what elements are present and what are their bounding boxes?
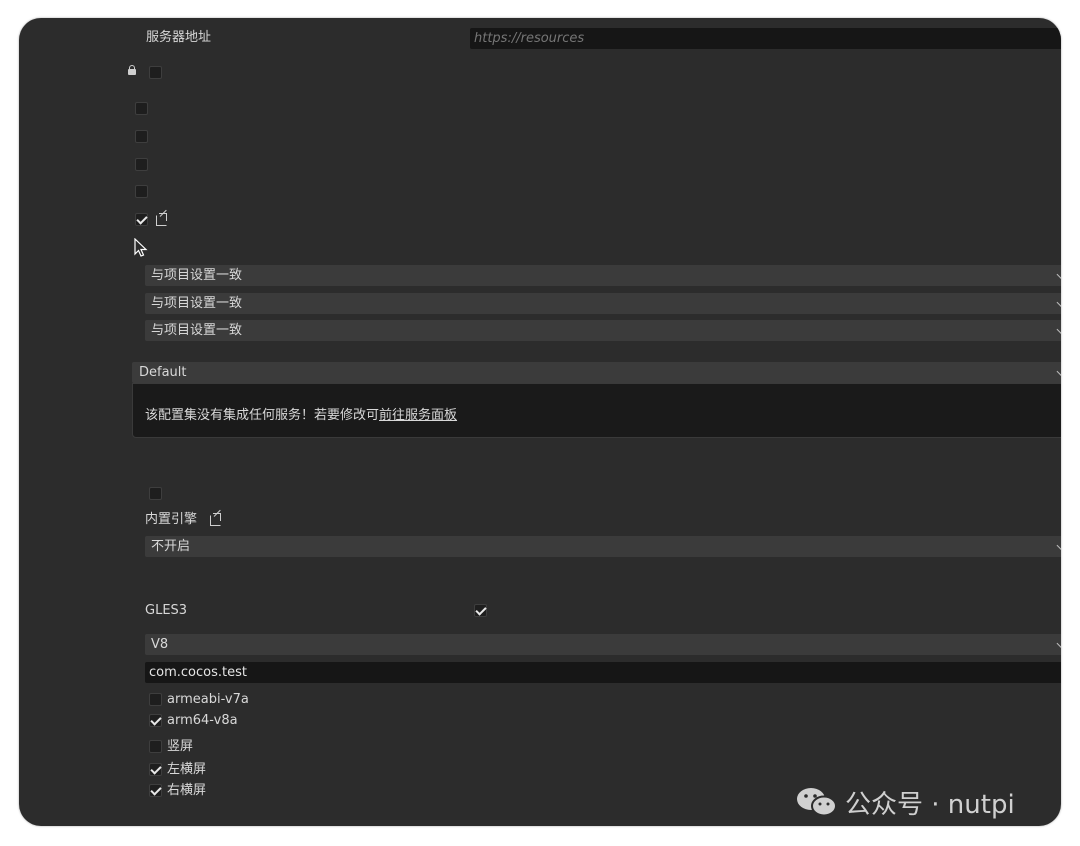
external-link-icon[interactable] xyxy=(210,513,221,526)
external-link-icon[interactable] xyxy=(156,213,167,226)
orientation-landscape-right-label: 右横屏 xyxy=(167,783,207,798)
wechat-icon xyxy=(797,788,837,817)
watermark: 公众号 · nutpi xyxy=(795,782,1015,822)
orientation-landscape-right-checkbox[interactable] xyxy=(149,784,162,797)
chevron-down-icon xyxy=(1056,297,1061,308)
chevron-down-icon xyxy=(1056,324,1061,335)
config-set-value: Default xyxy=(139,365,187,380)
engine-select-value: 不开启 xyxy=(151,539,191,554)
chevron-down-icon xyxy=(1056,269,1061,280)
select-setting-2-value: 与项目设置一致 xyxy=(151,296,243,311)
select-setting-3-value: 与项目设置一致 xyxy=(151,323,243,338)
chevron-down-icon xyxy=(1056,638,1061,649)
gles3-checkbox[interactable] xyxy=(474,604,487,617)
select-setting-1[interactable]: 与项目设置一致 xyxy=(145,265,1061,286)
select-setting-2[interactable]: 与项目设置一致 xyxy=(145,293,1061,314)
lock-icon xyxy=(128,65,136,75)
js-engine-value: V8 xyxy=(151,637,169,652)
option-checkbox-4[interactable] xyxy=(135,185,148,198)
package-name-input[interactable]: com.cocos.test xyxy=(145,662,1061,683)
option-checkbox-3[interactable] xyxy=(135,158,148,171)
server-address-label: 服务器地址 xyxy=(146,30,212,45)
chevron-down-icon xyxy=(1056,366,1061,377)
service-notice-message: 该配置集没有集成任何服务！若要修改可 xyxy=(145,408,380,423)
locked-checkbox[interactable] xyxy=(149,66,162,79)
select-setting-1-value: 与项目设置一致 xyxy=(151,268,243,283)
abi-arm64-checkbox[interactable] xyxy=(149,714,162,727)
service-notice-panel: 该配置集没有集成任何服务！若要修改可前往服务面板 xyxy=(132,383,1061,438)
abi-armv7-label: armeabi-v7a xyxy=(167,692,249,707)
settings-window: 服务器地址 与项目设置一致 与项目设置一致 与项目设置一致 Default 该配… xyxy=(19,18,1061,826)
js-engine-select[interactable]: V8 xyxy=(145,634,1061,655)
option-checkbox-2[interactable] xyxy=(135,130,148,143)
select-setting-3[interactable]: 与项目设置一致 xyxy=(145,320,1061,341)
mouse-cursor-icon xyxy=(134,238,148,257)
chevron-down-icon xyxy=(1056,540,1061,551)
feature-checkbox[interactable] xyxy=(149,487,162,500)
orientation-portrait-checkbox[interactable] xyxy=(149,740,162,753)
service-notice-text: 该配置集没有集成任何服务！若要修改可前往服务面板 xyxy=(145,408,457,424)
abi-armv7-checkbox[interactable] xyxy=(149,693,162,706)
abi-arm64-label: arm64-v8a xyxy=(167,713,238,728)
engine-select[interactable]: 不开启 xyxy=(145,536,1061,557)
option-checkbox-1[interactable] xyxy=(135,102,148,115)
service-panel-link[interactable]: 前往服务面板 xyxy=(379,408,457,423)
server-address-input[interactable] xyxy=(470,28,1061,49)
builtin-engine-label: 内置引擎 xyxy=(145,512,198,527)
option-checkbox-5[interactable] xyxy=(135,213,148,226)
orientation-portrait-label: 竖屏 xyxy=(167,739,194,754)
config-set-select[interactable]: Default xyxy=(132,362,1061,383)
orientation-landscape-left-checkbox[interactable] xyxy=(149,763,162,776)
gles3-label: GLES3 xyxy=(145,603,188,618)
watermark-text: 公众号 · nutpi xyxy=(845,789,1015,820)
orientation-landscape-left-label: 左横屏 xyxy=(167,762,207,777)
